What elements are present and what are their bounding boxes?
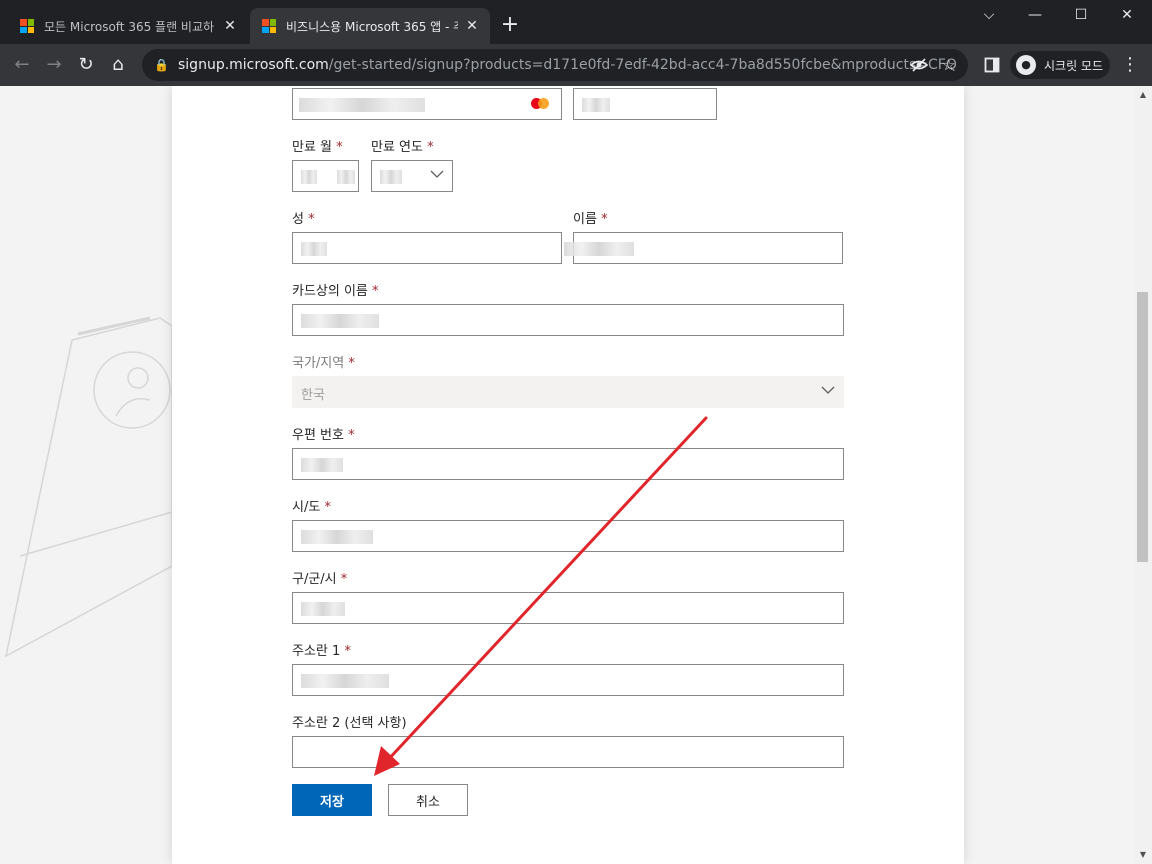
address-line-1-input[interactable] xyxy=(292,664,844,696)
tab-business-apps[interactable]: 비즈니스용 Microsoft 365 앱 - 주 ✕ xyxy=(250,8,490,44)
bookmark-star-icon[interactable]: ☆ xyxy=(942,49,955,81)
minimize-button[interactable]: — xyxy=(1012,0,1058,32)
microsoft-logo-icon xyxy=(20,19,34,33)
reload-button[interactable]: ↻ xyxy=(72,52,100,78)
url-host: signup.microsoft.com xyxy=(178,57,329,73)
page-viewport: 만료 월 * 만료 연도 * 성 * 이름 * 카드상의 이름 * 국가/지역 … xyxy=(0,86,1134,864)
maximize-button[interactable]: ☐ xyxy=(1058,0,1104,32)
scroll-up-arrow-icon[interactable]: ▲ xyxy=(1134,88,1152,102)
postal-code-label: 우편 번호 * xyxy=(292,428,355,443)
cvv-input[interactable] xyxy=(573,88,717,120)
side-panel-icon[interactable] xyxy=(978,52,1006,78)
incognito-indicator[interactable]: ● 시크릿 모드 xyxy=(1010,51,1110,79)
expiry-month-select[interactable] xyxy=(292,160,359,192)
last-name-input[interactable] xyxy=(292,232,562,264)
address-line-1-label: 주소란 1 * xyxy=(292,644,351,659)
first-name-input[interactable] xyxy=(564,232,843,264)
forward-button[interactable]: → xyxy=(40,52,68,78)
scrollbar-thumb[interactable] xyxy=(1137,292,1148,562)
city-input[interactable] xyxy=(292,592,844,624)
back-button[interactable]: ← xyxy=(8,52,36,78)
close-icon[interactable]: ✕ xyxy=(464,18,480,34)
name-on-card-label: 카드상의 이름 * xyxy=(292,284,379,299)
lock-icon[interactable]: 🔒 xyxy=(154,58,169,72)
tab-title: 모든 Microsoft 365 플랜 비교하 xyxy=(44,19,215,34)
profile-card-illustration xyxy=(4,316,172,658)
close-icon[interactable]: ✕ xyxy=(222,18,238,34)
country-label: 국가/지역 * xyxy=(292,356,355,371)
page-scrollbar[interactable]: ▲ ▼ xyxy=(1134,86,1152,864)
browser-title-bar: 모든 Microsoft 365 플랜 비교하 ✕ 비즈니스용 Microsof… xyxy=(0,0,1152,44)
url-path: /get-started/signup?products=d171e0fd-7e… xyxy=(328,57,956,73)
incognito-label: 시크릿 모드 xyxy=(1044,58,1104,73)
card-number-input[interactable] xyxy=(292,88,562,120)
new-tab-button[interactable]: + xyxy=(498,14,522,38)
tracking-blocked-eye-icon[interactable] xyxy=(909,49,929,81)
last-name-label: 성 * xyxy=(292,212,315,227)
chevron-down-icon xyxy=(821,384,835,398)
payment-form-card: 만료 월 * 만료 연도 * 성 * 이름 * 카드상의 이름 * 국가/지역 … xyxy=(172,86,964,864)
tab-title: 비즈니스용 Microsoft 365 앱 - 주 xyxy=(286,19,458,34)
home-button[interactable]: ⌂ xyxy=(104,52,132,78)
country-value: 한국 xyxy=(301,388,325,403)
mastercard-icon xyxy=(531,98,549,110)
close-window-button[interactable]: ✕ xyxy=(1104,0,1150,32)
tab-search-chevron-icon[interactable]: ⌵ xyxy=(966,0,1012,32)
tab-compare-plans[interactable]: 모든 Microsoft 365 플랜 비교하 ✕ xyxy=(8,8,248,44)
save-button[interactable]: 저장 xyxy=(292,784,372,816)
chevron-down-icon xyxy=(430,168,444,182)
city-label: 구/군/시 * xyxy=(292,572,348,587)
more-menu-icon[interactable]: ⋮ xyxy=(1116,52,1144,78)
country-select: 한국 xyxy=(292,376,844,408)
expiry-year-label: 만료 연도 * xyxy=(371,140,434,155)
scroll-down-arrow-icon[interactable]: ▼ xyxy=(1134,848,1152,862)
expiry-year-select[interactable] xyxy=(371,160,453,192)
name-on-card-input[interactable] xyxy=(292,304,844,336)
address-bar[interactable]: 🔒 signup.microsoft.com /get-started/sign… xyxy=(142,49,968,81)
first-name-label: 이름 * xyxy=(573,212,608,227)
microsoft-logo-icon xyxy=(262,19,276,33)
cancel-button[interactable]: 취소 xyxy=(388,784,468,816)
incognito-icon: ● xyxy=(1016,55,1036,75)
postal-code-input[interactable] xyxy=(292,448,844,480)
state-label: 시/도 * xyxy=(292,500,331,515)
address-line-2-label: 주소란 2 (선택 사항) xyxy=(292,716,407,731)
expiry-month-label: 만료 월 * xyxy=(292,140,343,155)
address-line-2-input[interactable] xyxy=(292,736,844,768)
state-input[interactable] xyxy=(292,520,844,552)
browser-toolbar: ← → ↻ ⌂ 🔒 signup.microsoft.com /get-star… xyxy=(0,44,1152,86)
